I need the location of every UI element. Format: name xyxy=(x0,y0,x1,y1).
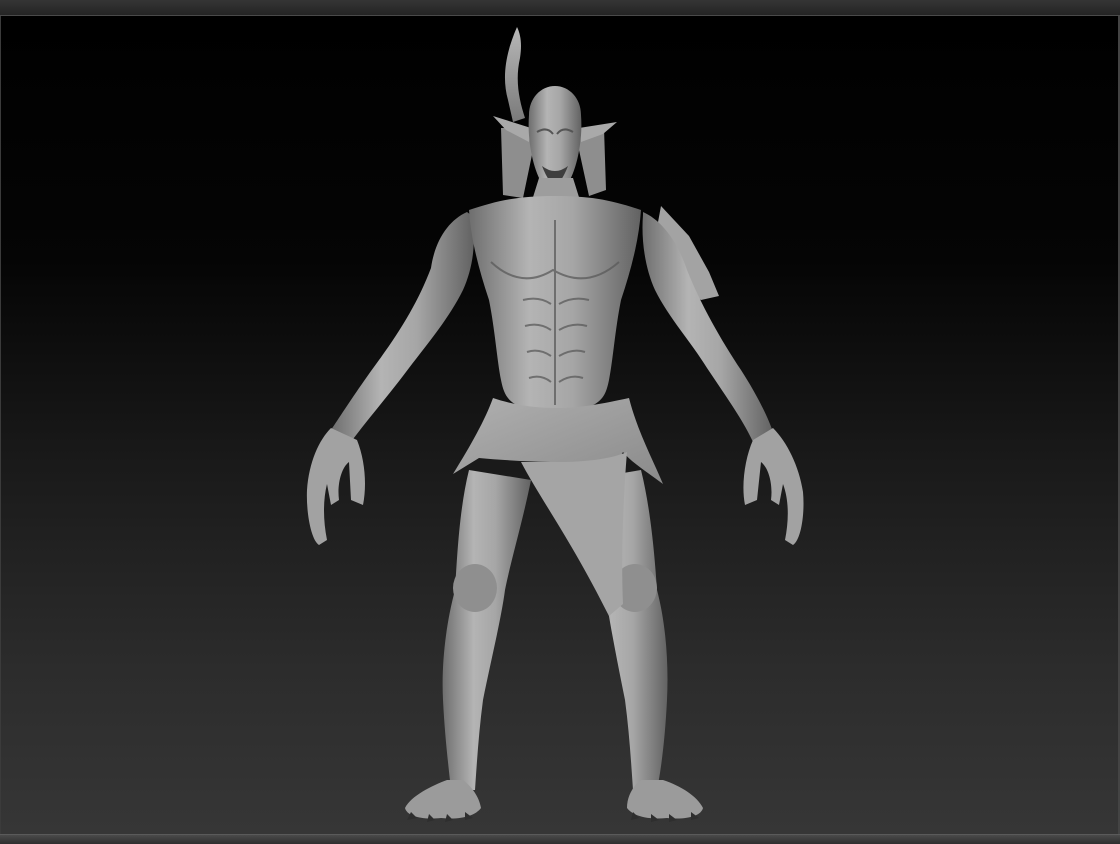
left-knee-shape xyxy=(453,564,497,612)
left-leg-shape xyxy=(442,470,531,790)
loincloth-flap-shape xyxy=(521,452,627,616)
top-toolbar-strip xyxy=(0,0,1120,16)
left-arm-shape xyxy=(331,212,474,442)
right-hand-shape xyxy=(743,428,804,545)
horn-shape xyxy=(504,27,525,122)
3d-viewport-canvas[interactable] xyxy=(0,16,1120,834)
left-hand-shape xyxy=(306,428,365,545)
demon-sculpt-model[interactable] xyxy=(1,16,1118,834)
right-arm-shape xyxy=(642,212,773,442)
sculpt-app-window xyxy=(0,0,1120,844)
bottom-status-strip xyxy=(0,834,1120,844)
